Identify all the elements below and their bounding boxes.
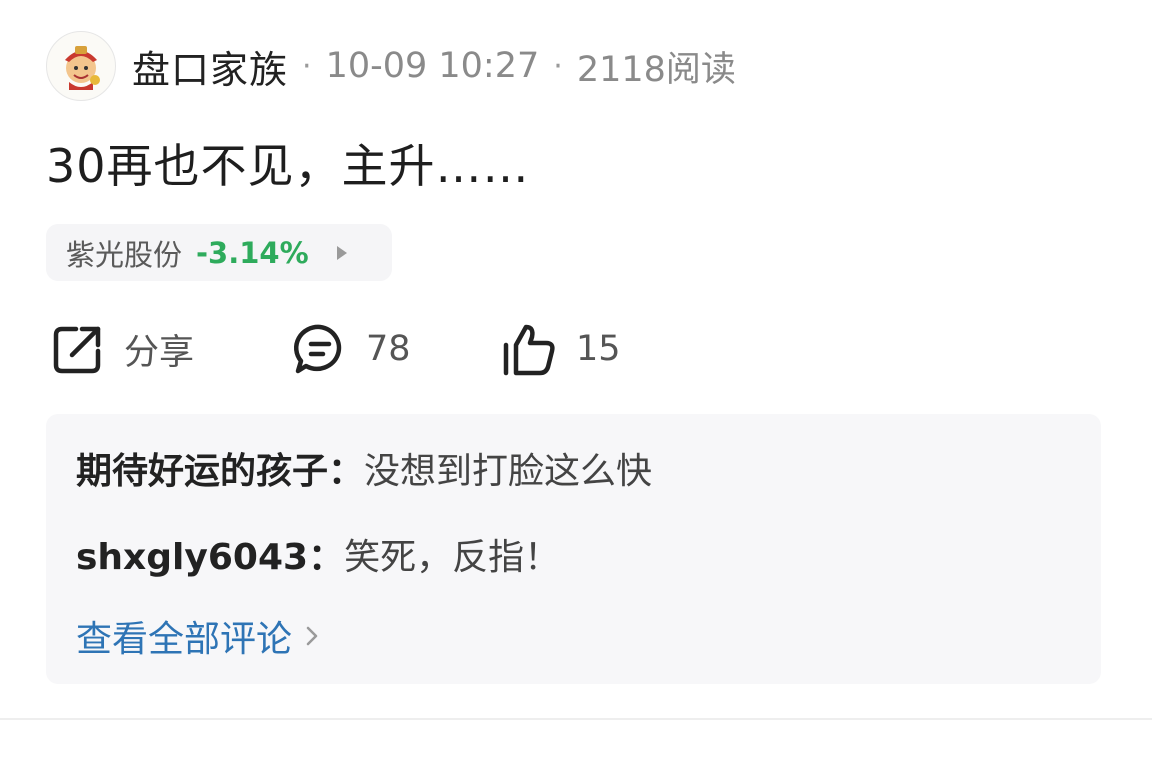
stock-chip[interactable]: 紫光股份 -3.14% <box>46 224 392 281</box>
avatar-icon <box>65 46 100 90</box>
comment-bubble-icon <box>293 324 342 374</box>
comment-item[interactable]: shxgly6043：笑死，反指！ <box>76 528 560 580</box>
meta-separator: · <box>302 48 312 84</box>
action-bar: 分享 78 15 <box>50 318 750 380</box>
post-time: 10-09 10:27 <box>325 46 540 86</box>
view-count: 2118阅读 <box>576 49 736 90</box>
post-title[interactable]: 30再也不见，主升…… <box>46 130 530 196</box>
view-all-comments-link[interactable]: 查看全部评论 <box>76 610 320 662</box>
comment-text: 笑死，反指！ <box>344 537 561 578</box>
view-all-label: 查看全部评论 <box>76 619 293 660</box>
stock-change: -3.14% <box>196 235 309 270</box>
like-button[interactable]: 15 <box>500 318 621 380</box>
share-button[interactable]: 分享 <box>50 318 194 380</box>
meta-separator: · <box>553 48 563 84</box>
divider <box>0 718 1152 720</box>
share-icon <box>53 326 101 374</box>
comment-item[interactable]: 期待好运的孩子：没想到打脸这么快 <box>76 442 652 494</box>
share-label: 分享 <box>124 332 195 373</box>
comment-separator: ： <box>328 451 365 492</box>
comment-preview[interactable]: 期待好运的孩子：没想到打脸这么快 shxgly6043：笑死，反指！ 查看全部评… <box>46 414 1101 684</box>
post-header: 盘口家族 · 10-09 10:27 · 2118阅读 <box>46 30 1132 102</box>
comment-user[interactable]: shxgly6043 <box>76 537 308 578</box>
like-count: 15 <box>576 329 621 369</box>
comment-button[interactable]: 78 <box>292 318 411 380</box>
chevron-right-icon <box>306 626 318 646</box>
author-name[interactable]: 盘口家族 <box>132 39 288 94</box>
comment-text: 没想到打脸这么快 <box>364 451 653 492</box>
feed-page: 盘口家族 · 10-09 10:27 · 2118阅读 30再也不见，主升…… … <box>0 0 1152 759</box>
comment-count: 78 <box>366 329 411 369</box>
play-arrow-icon <box>336 245 347 260</box>
comment-user[interactable]: 期待好运的孩子 <box>76 451 328 492</box>
thumbs-up-icon <box>503 324 555 376</box>
comment-separator: ： <box>308 537 345 578</box>
avatar[interactable] <box>46 31 116 101</box>
stock-name: 紫光股份 <box>66 237 183 272</box>
